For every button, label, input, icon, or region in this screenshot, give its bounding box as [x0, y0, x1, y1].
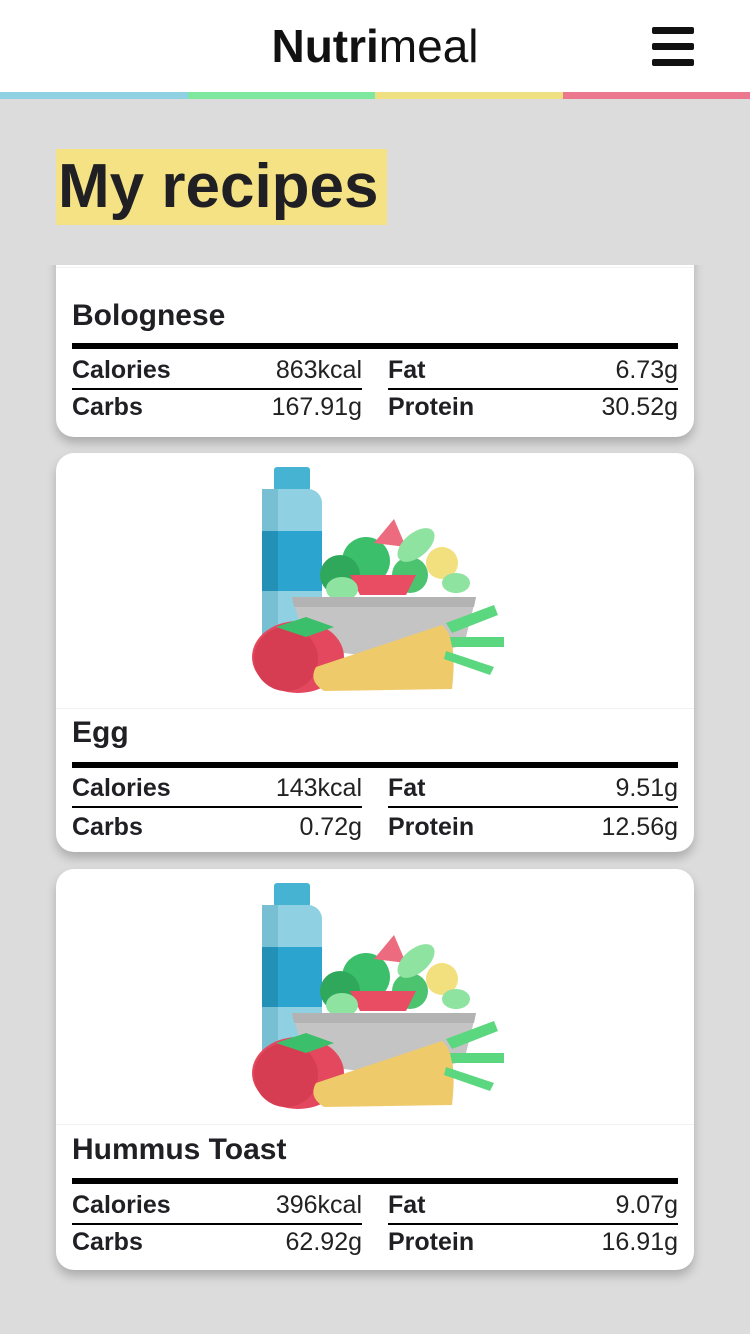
- nutrition-divider: [72, 762, 678, 768]
- fat-cell: Fat 9.51g: [388, 770, 678, 808]
- nutrition-row: Calories 863kcal Fat 6.73g: [72, 352, 678, 390]
- carbs-value: 0.72g: [299, 813, 362, 841]
- fat-label: Fat: [388, 774, 426, 802]
- recipe-image: [56, 265, 694, 268]
- nutrition-divider: [72, 1178, 678, 1184]
- color-stripe-4: [563, 92, 750, 99]
- protein-label: Protein: [388, 813, 475, 841]
- food-illustration-icon: [252, 467, 504, 693]
- calories-cell: Calories 396kcal: [72, 1187, 362, 1225]
- logo-light-text: meal: [378, 20, 479, 72]
- protein-label: Protein: [388, 1228, 475, 1256]
- calories-label: Calories: [72, 774, 171, 802]
- calories-label: Calories: [72, 1191, 171, 1219]
- carbs-label: Carbs: [72, 813, 143, 841]
- logo-bold-text: Nutri: [271, 20, 379, 72]
- carbs-label: Carbs: [72, 393, 143, 421]
- recipe-card[interactable]: Bolognese Calories 863kcal Fat 6.73g Car…: [56, 265, 694, 437]
- fat-cell: Fat 9.07g: [388, 1187, 678, 1225]
- protein-label: Protein: [388, 393, 475, 421]
- protein-cell: Protein 30.52g: [388, 389, 678, 425]
- calories-value: 863kcal: [275, 356, 362, 384]
- page-title-highlight: My recipes: [56, 149, 387, 225]
- carbs-cell: Carbs 0.72g: [72, 809, 362, 845]
- calories-cell: Calories 143kcal: [72, 770, 362, 808]
- recipe-image: [56, 869, 694, 1125]
- food-illustration-icon: [252, 883, 504, 1109]
- app-header: Nutrimeal: [0, 0, 750, 92]
- protein-cell: Protein 12.56g: [388, 809, 678, 845]
- fat-label: Fat: [388, 1191, 426, 1219]
- page-title: My recipes: [58, 152, 379, 221]
- recipe-card[interactable]: Egg Calories 143kcal Fat 9.51g Carbs 0.7…: [56, 453, 694, 852]
- nutrition-row: Carbs 167.91g Protein 30.52g: [72, 389, 678, 427]
- recipe-list[interactable]: Bolognese Calories 863kcal Fat 6.73g Car…: [0, 265, 750, 1334]
- carbs-label: Carbs: [72, 1228, 143, 1256]
- fat-label: Fat: [388, 356, 426, 384]
- protein-cell: Protein 16.91g: [388, 1224, 678, 1260]
- recipe-card[interactable]: Hummus Toast Calories 396kcal Fat 9.07g …: [56, 869, 694, 1270]
- recipe-name: Hummus Toast: [72, 1133, 287, 1166]
- recipe-name: Bolognese: [72, 299, 226, 332]
- fat-value: 6.73g: [615, 356, 678, 384]
- calories-label: Calories: [72, 356, 171, 384]
- color-stripe-1: [0, 92, 188, 99]
- carbs-cell: Carbs 62.92g: [72, 1224, 362, 1260]
- app-logo[interactable]: Nutrimeal: [0, 18, 750, 74]
- hamburger-menu-icon[interactable]: [652, 26, 694, 66]
- calories-value: 396kcal: [275, 1191, 362, 1219]
- carbs-cell: Carbs 167.91g: [72, 389, 362, 425]
- protein-value: 16.91g: [601, 1228, 678, 1256]
- calories-cell: Calories 863kcal: [72, 352, 362, 390]
- fat-value: 9.07g: [615, 1191, 678, 1219]
- fat-cell: Fat 6.73g: [388, 352, 678, 390]
- recipe-name: Egg: [72, 716, 129, 749]
- nutrition-row: Calories 396kcal Fat 9.07g: [72, 1187, 678, 1225]
- protein-value: 12.56g: [601, 813, 678, 841]
- calories-value: 143kcal: [275, 774, 362, 802]
- protein-value: 30.52g: [601, 393, 678, 421]
- nutrition-divider: [72, 343, 678, 349]
- color-stripe-2: [188, 92, 376, 99]
- color-stripe-3: [375, 92, 563, 99]
- nutrition-row: Carbs 0.72g Protein 12.56g: [72, 809, 678, 847]
- nutrition-row: Carbs 62.92g Protein 16.91g: [72, 1224, 678, 1262]
- recipe-image: [56, 453, 694, 709]
- nutrition-row: Calories 143kcal Fat 9.51g: [72, 770, 678, 808]
- carbs-value: 167.91g: [271, 393, 362, 421]
- carbs-value: 62.92g: [285, 1228, 362, 1256]
- fat-value: 9.51g: [615, 774, 678, 802]
